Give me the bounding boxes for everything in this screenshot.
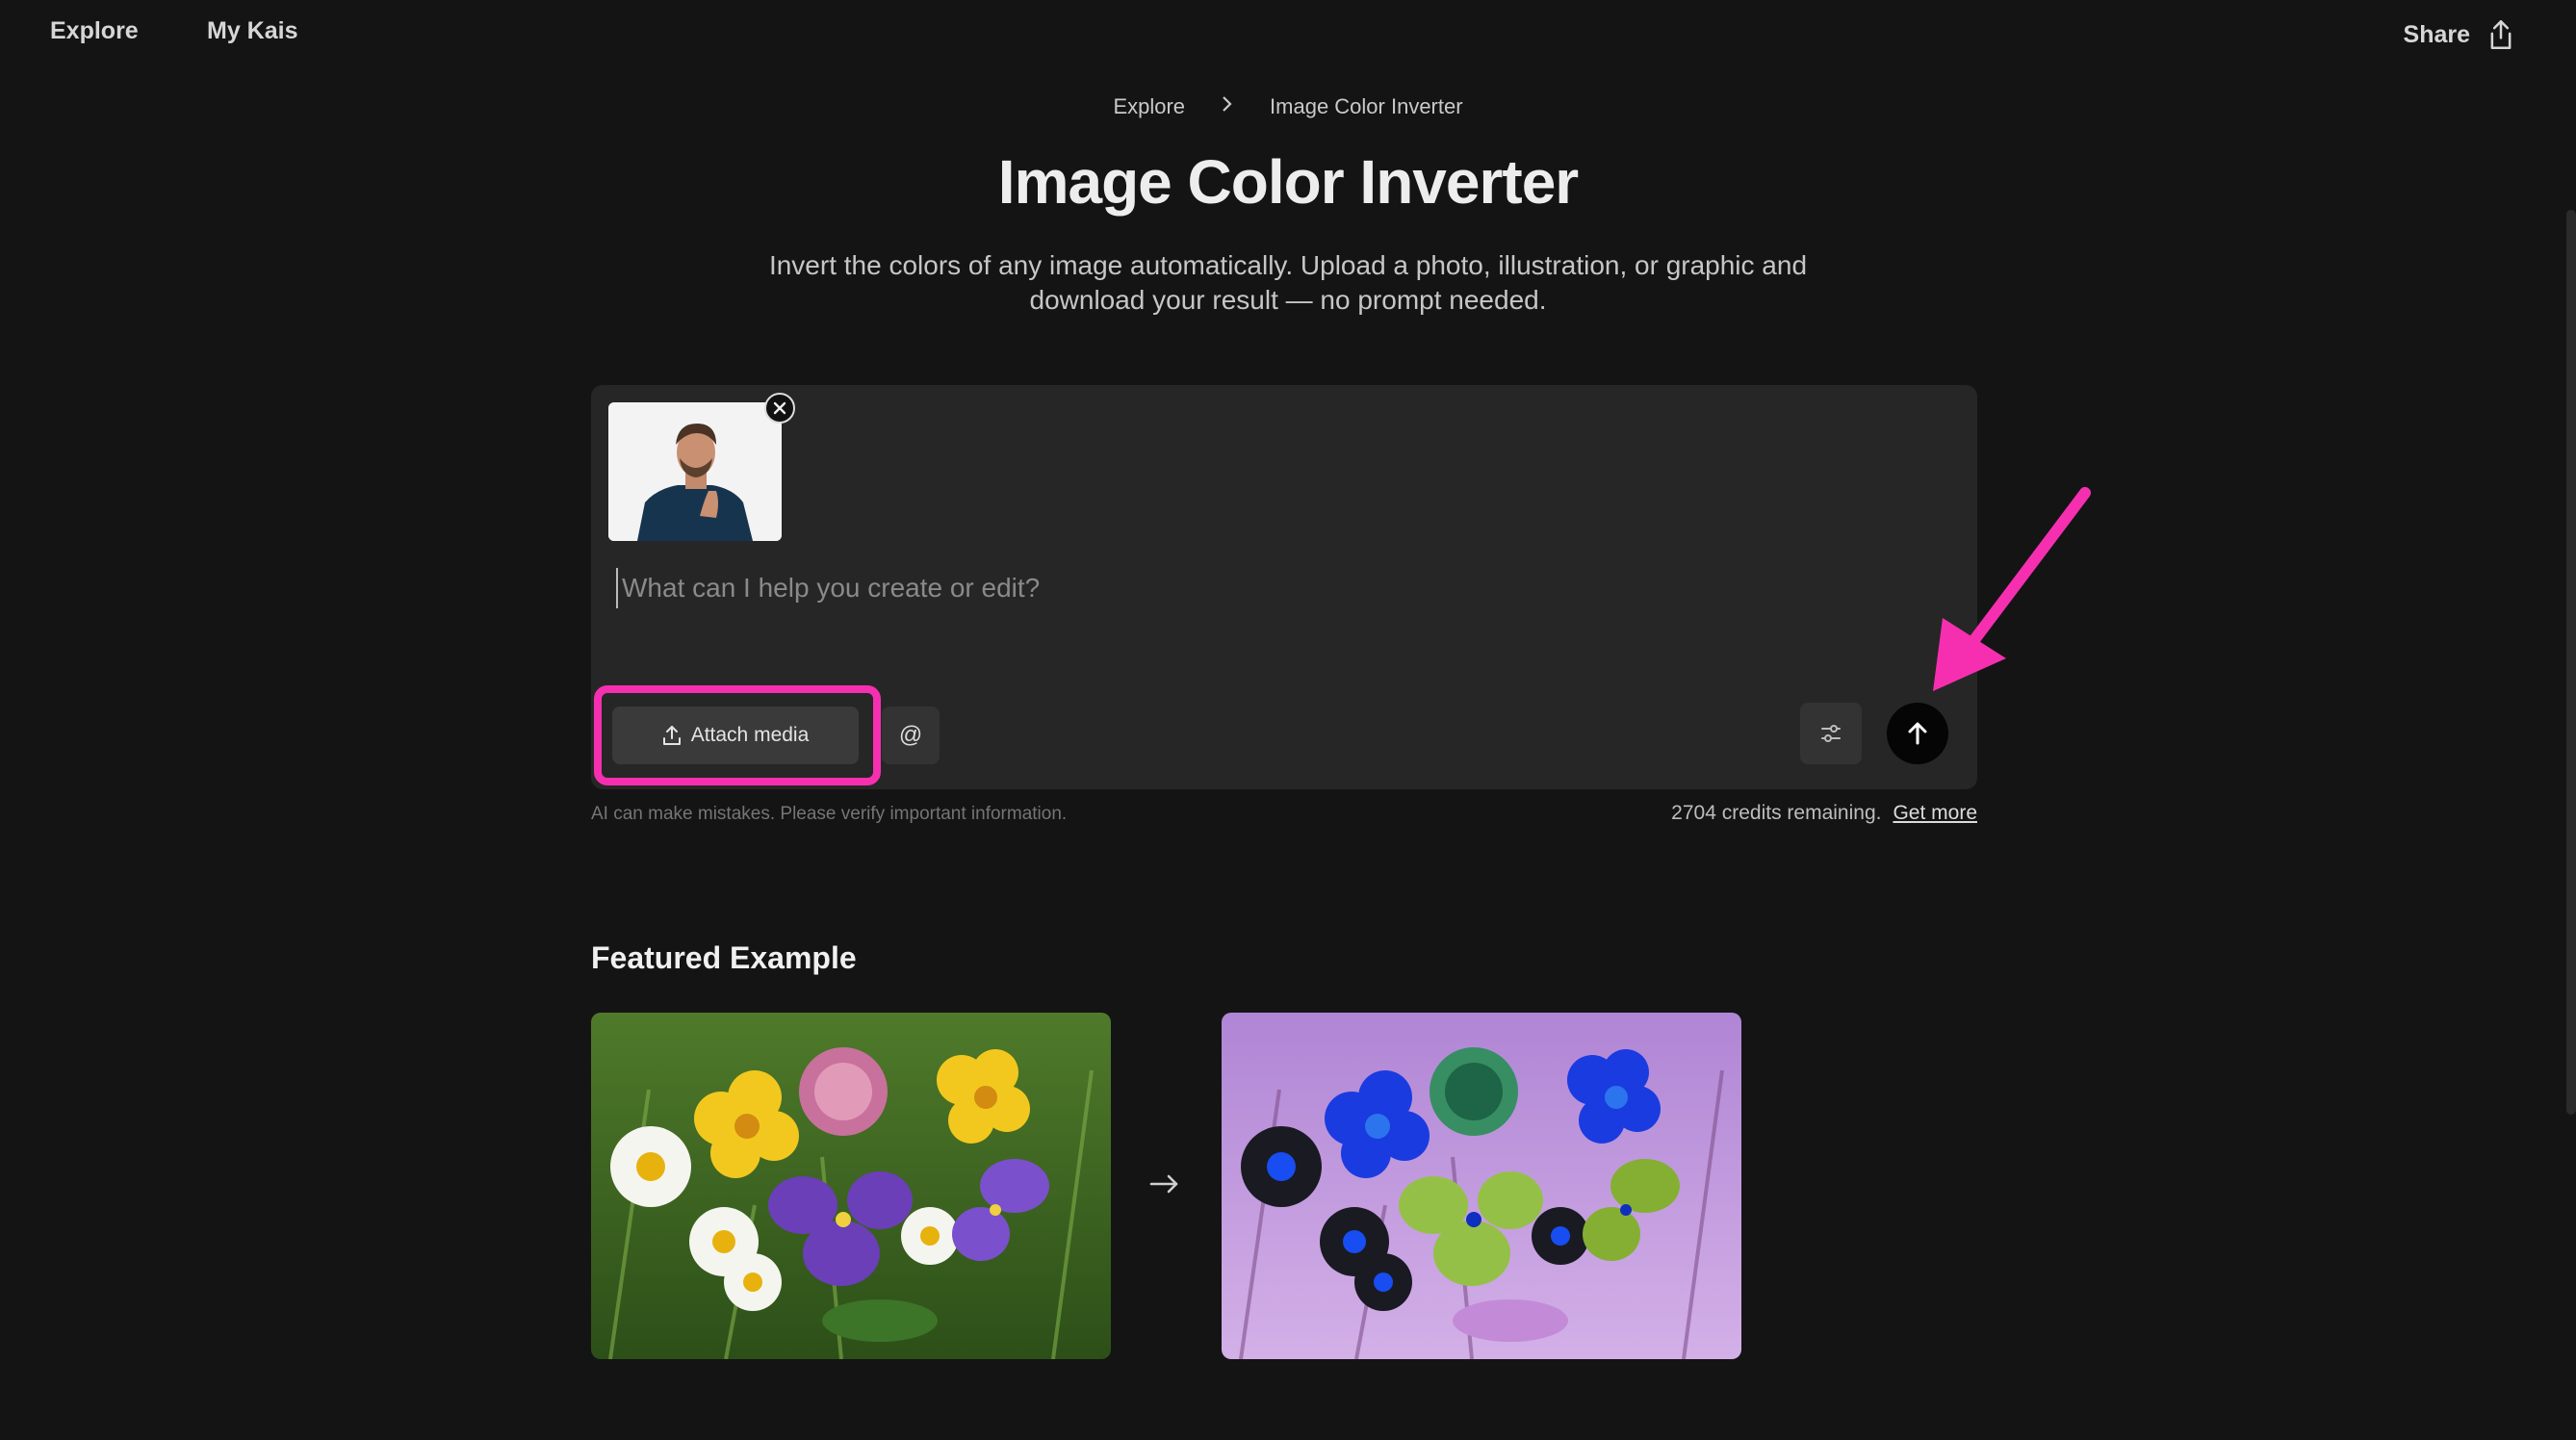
chevron-right-icon [1220,94,1235,119]
attached-image-thumbnail[interactable] [608,402,782,541]
breadcrumb-current: Image Color Inverter [1270,94,1463,118]
close-icon [773,401,786,415]
nav-my-kais[interactable]: My Kais [207,17,297,45]
page-subtitle: Invert the colors of any image automatic… [768,250,1808,315]
featured-example-title: Featured Example [591,940,857,975]
credits-remaining: 2704 credits remaining. [1671,802,1882,824]
example-after-image [1222,1013,1741,1359]
mention-button[interactable]: @ [882,707,940,764]
page-scrollbar[interactable] [2566,210,2576,1115]
remove-image-button[interactable] [764,393,795,424]
page-title: Image Color Inverter [997,147,1579,217]
settings-button[interactable] [1800,703,1862,764]
disclaimer-text: AI can make mistakes. Please verify impo… [591,804,1068,824]
arrow-right-icon [1149,1174,1178,1194]
arrow-up-icon [1908,722,1927,745]
nav-explore[interactable]: Explore [50,17,139,45]
share-label: Share [2403,20,2470,48]
breadcrumb: Explore Image Color Inverter [0,94,2576,119]
send-button[interactable] [1887,703,1948,764]
prompt-input[interactable] [616,568,1952,608]
credits-info: 2704 credits remaining. Get more [1671,802,1977,825]
share-icon [2490,20,2512,49]
share-button[interactable]: Share [2404,19,2514,50]
sliders-icon [1821,725,1841,742]
get-more-link[interactable]: Get more [1893,802,1977,825]
example-before-image [591,1013,1111,1359]
top-nav: Explore My Kais Share [0,0,2576,77]
attach-media-highlight [594,685,881,785]
annotation-arrow [1933,487,2091,691]
breadcrumb-explore[interactable]: Explore [1113,94,1185,119]
